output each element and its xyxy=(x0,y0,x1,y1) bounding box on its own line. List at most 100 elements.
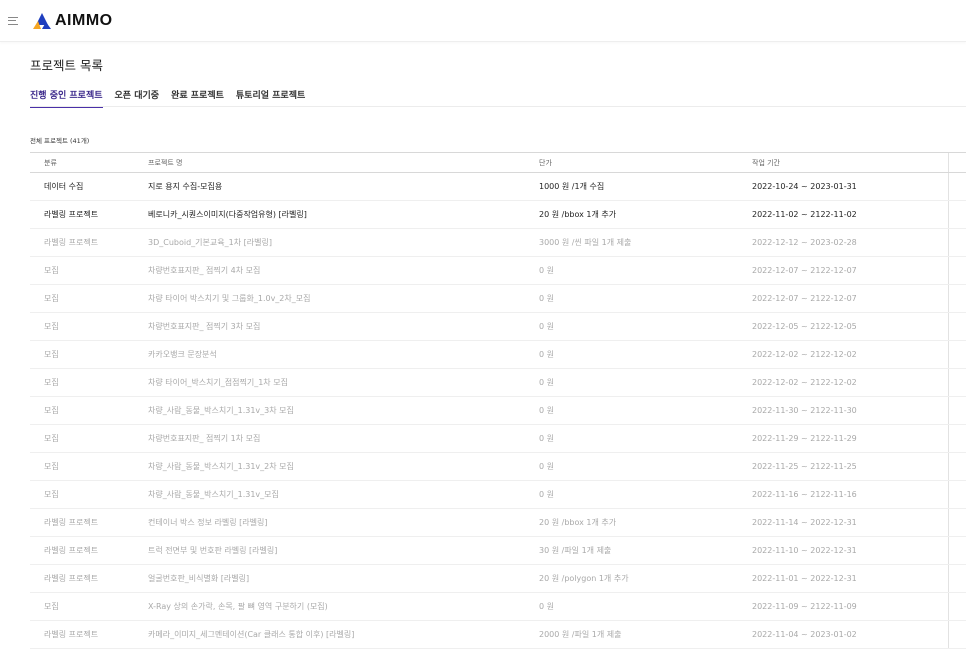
table-row[interactable]: 모집 차량 타이어_박스치기_점점찍기_1차 모집 0 원 2022-12-02 ~ … xyxy=(30,368,966,397)
cell-name[interactable]: 차량_사람_동물_박스치기_1.31v_2차 모집 xyxy=(148,452,539,481)
table-row[interactable]: 모집 차량번호표지판_ 점찍기 1차 모집 0 원 2022-11-29 ~ 2122… xyxy=(30,424,966,453)
cell-category: 데이터 수집 xyxy=(30,172,148,201)
table-row[interactable]: 모집 카카오뱅크 문장분석 0 원 2022-12-02 ~ 2122-12-02 xyxy=(30,340,966,369)
cell-price: 0 원 xyxy=(539,592,752,621)
cell-category: 라벨링 프로젝트 xyxy=(30,508,148,537)
cell-name[interactable]: 차량번호표지판_ 점찍기 4차 모집 xyxy=(148,256,539,285)
hamburger-menu-icon[interactable] xyxy=(8,15,22,27)
table-row[interactable]: 모집 차량_사람_동물_박스치기_1.31v_3차 모집 0 원 2022-11-30… xyxy=(30,396,966,425)
cell-name[interactable]: 카메라_이미지_세그멘테이션(Car 클래스 통합 이후) [라벨링] xyxy=(148,620,539,649)
cell-period: 2022-12-05 ~ 2122-12-05 xyxy=(752,312,948,341)
project-tabs: 진행 중인 프로젝트 오픈 대기중 완료 프로젝트 튜토리얼 프로젝트 xyxy=(30,88,317,108)
cell-price: 3000 원 /씬 파일 1개 제출 xyxy=(539,228,752,257)
cell-name[interactable]: 차량번호표지판_ 점찍기 1차 모집 xyxy=(148,424,539,453)
column-header-price[interactable]: 단가 xyxy=(539,152,752,173)
cell-price: 2000 원 /파일 1개 제출 xyxy=(539,620,752,649)
cell-category: 모집 xyxy=(30,452,148,481)
brand-name: AIMMO xyxy=(55,11,113,29)
page-title: 프로젝트 목록 xyxy=(30,58,103,73)
cell-name[interactable]: X-Ray 상의 손가락, 손목, 팔 뼈 영역 구분하기 (모집) xyxy=(148,592,539,621)
tab-0[interactable]: 진행 중인 프로젝트 xyxy=(30,88,103,108)
cell-extra xyxy=(947,228,966,257)
table-row[interactable]: 모집 차량 타이어 박스치기 및 그룹화_1.0v_2차_모집 0 원 2022-12… xyxy=(30,284,966,313)
cell-category: 라벨링 프로젝트 xyxy=(30,228,148,257)
brand[interactable]: AIMMO xyxy=(32,12,113,30)
table-row[interactable]: 라벨링 프로젝트 베로니카_시퀀스이미지(다중작업유형) [라벨링] 20 원 /b… xyxy=(30,200,966,229)
table-row[interactable]: 모집 차량_사람_동물_박스치기_1.31v_2차 모집 0 원 2022-11-25… xyxy=(30,452,966,481)
cell-period: 2022-11-30 ~ 2122-11-30 xyxy=(752,396,948,425)
table-row[interactable]: 라벨링 프로젝트 트럭 전면부 및 번호판 라벨링 [라벨링] 30 원 /파일 1… xyxy=(30,536,966,565)
table-row[interactable]: 라벨링 프로젝트 얼굴번호판_비식별화 [라벨링] 20 원 /polygon 1개… xyxy=(30,564,966,593)
cell-period: 2022-12-12 ~ 2023-02-28 xyxy=(752,228,948,257)
cell-price: 0 원 xyxy=(539,396,752,425)
cell-price: 1000 원 /1개 수집 xyxy=(539,172,752,201)
cell-category: 모집 xyxy=(30,424,148,453)
cell-category: 모집 xyxy=(30,284,148,313)
cell-name[interactable]: 차량번호표지판_ 점찍기 3차 모집 xyxy=(148,312,539,341)
cell-price: 0 원 xyxy=(539,284,752,313)
cell-category: 모집 xyxy=(30,592,148,621)
cell-period: 2022-11-10 ~ 2022-12-31 xyxy=(752,536,948,565)
cell-name[interactable]: 차량_사람_동물_박스치기_1.31v_3차 모집 xyxy=(148,396,539,425)
cell-period: 2022-12-02 ~ 2122-12-02 xyxy=(752,368,948,397)
cell-extra xyxy=(947,396,966,425)
cell-name[interactable]: 얼굴번호판_비식별화 [라벨링] xyxy=(148,564,539,593)
cell-extra xyxy=(947,564,966,593)
cell-name[interactable]: 차량 타이어 박스치기 및 그룹화_1.0v_2차_모집 xyxy=(148,284,539,313)
cell-period: 2022-12-07 ~ 2122-12-07 xyxy=(752,256,948,285)
cell-price: 0 원 xyxy=(539,424,752,453)
table-row[interactable]: 모집 차량_사람_동물_박스치기_1.31v_모집 0 원 2022-11-16 ~ … xyxy=(30,480,966,509)
cell-price: 20 원 /bbox 1개 추가 xyxy=(539,200,752,229)
tab-3[interactable]: 튜토리얼 프로젝트 xyxy=(236,88,305,108)
project-table: 분류 프로젝트 명 단가 작업 기간 데이터 수집 지로 용지 수집-모집용 100… xyxy=(30,152,966,649)
column-header-period[interactable]: 작업 기간 xyxy=(752,152,948,173)
cell-period: 2022-11-02 ~ 2122-11-02 xyxy=(752,200,948,229)
cell-extra xyxy=(947,480,966,509)
column-header-category[interactable]: 분류 xyxy=(30,152,148,173)
cell-name[interactable]: 트럭 전면부 및 번호판 라벨링 [라벨링] xyxy=(148,536,539,565)
table-row[interactable]: 라벨링 프로젝트 카메라_이미지_세그멘테이션(Car 클래스 통합 이후) [라… xyxy=(30,620,966,649)
cell-extra xyxy=(947,368,966,397)
column-header-name[interactable]: 프로젝트 명 xyxy=(148,152,539,173)
cell-category: 모집 xyxy=(30,256,148,285)
cell-extra xyxy=(947,284,966,313)
cell-period: 2022-11-14 ~ 2022-12-31 xyxy=(752,508,948,537)
cell-extra xyxy=(947,424,966,453)
tab-2[interactable]: 완료 프로젝트 xyxy=(171,88,224,108)
table-row[interactable]: 데이터 수집 지로 용지 수집-모집용 1000 원 /1개 수집 2022-10-2… xyxy=(30,172,966,201)
cell-period: 2022-11-29 ~ 2122-11-29 xyxy=(752,424,948,453)
cell-period: 2022-11-25 ~ 2122-11-25 xyxy=(752,452,948,481)
cell-name[interactable]: 3D_Cuboid_기본교육_1차 [라벨링] xyxy=(148,228,539,257)
cell-name[interactable]: 차량_사람_동물_박스치기_1.31v_모집 xyxy=(148,480,539,509)
cell-name[interactable]: 컨테이너 박스 정보 라벨링 [라벨링] xyxy=(148,508,539,537)
cell-category: 모집 xyxy=(30,480,148,509)
cell-price: 20 원 /polygon 1개 추가 xyxy=(539,564,752,593)
table-row[interactable]: 모집 X-Ray 상의 손가락, 손목, 팔 뼈 영역 구분하기 (모집) 0 원2… xyxy=(30,592,966,621)
cell-category: 모집 xyxy=(30,396,148,425)
cell-price: 20 원 /bbox 1개 추가 xyxy=(539,508,752,537)
tab-1[interactable]: 오픈 대기중 xyxy=(115,88,160,108)
column-header-extra xyxy=(947,152,966,173)
table-row[interactable]: 라벨링 프로젝트 3D_Cuboid_기본교육_1차 [라벨링] 3000 원 /씬… xyxy=(30,228,966,257)
cell-category: 모집 xyxy=(30,368,148,397)
cell-period: 2022-10-24 ~ 2023-01-31 xyxy=(752,172,948,201)
cell-name[interactable]: 베로니카_시퀀스이미지(다중작업유형) [라벨링] xyxy=(148,200,539,229)
tab-divider xyxy=(30,106,966,107)
cell-category: 라벨링 프로젝트 xyxy=(30,620,148,649)
cell-name[interactable]: 지로 용지 수집-모집용 xyxy=(148,172,539,201)
cell-period: 2022-11-16 ~ 2122-11-16 xyxy=(752,480,948,509)
cell-price: 0 원 xyxy=(539,452,752,481)
table-header-row: 분류 프로젝트 명 단가 작업 기간 xyxy=(30,152,966,173)
cell-name[interactable]: 차량 타이어_박스치기_점점찍기_1차 모집 xyxy=(148,368,539,397)
cell-period: 2022-11-01 ~ 2022-12-31 xyxy=(752,564,948,593)
cell-category: 라벨링 프로젝트 xyxy=(30,200,148,229)
table-row[interactable]: 모집 차량번호표지판_ 점찍기 4차 모집 0 원 2022-12-07 ~ 2122… xyxy=(30,256,966,285)
table-row[interactable]: 라벨링 프로젝트 컨테이너 박스 정보 라벨링 [라벨링] 20 원 /bbox 1… xyxy=(30,508,966,537)
cell-price: 0 원 xyxy=(539,256,752,285)
cell-category: 라벨링 프로젝트 xyxy=(30,564,148,593)
cell-name[interactable]: 카카오뱅크 문장분석 xyxy=(148,340,539,369)
table-row[interactable]: 모집 차량번호표지판_ 점찍기 3차 모집 0 원 2022-12-05 ~ 2122… xyxy=(30,312,966,341)
cell-price: 30 원 /파일 1개 제출 xyxy=(539,536,752,565)
top-bar: AIMMO xyxy=(0,0,966,42)
cell-extra xyxy=(947,592,966,621)
